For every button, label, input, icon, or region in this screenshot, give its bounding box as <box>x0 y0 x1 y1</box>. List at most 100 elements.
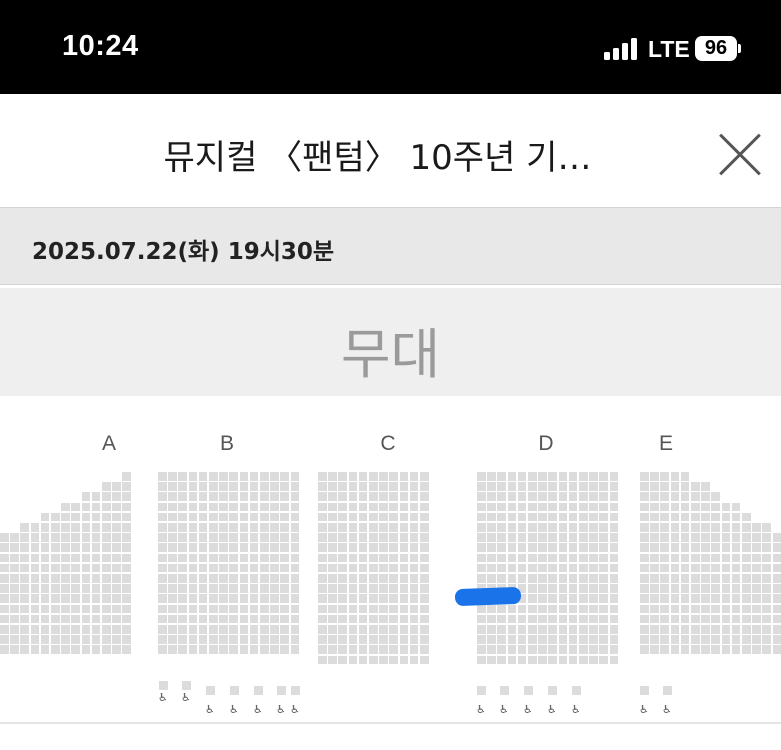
seat[interactable] <box>229 543 238 552</box>
seat[interactable] <box>691 553 700 563</box>
seat[interactable] <box>270 584 279 593</box>
seat[interactable] <box>660 594 669 603</box>
seat[interactable] <box>71 523 80 532</box>
seat[interactable] <box>538 574 547 583</box>
seat[interactable] <box>599 492 608 501</box>
seat[interactable] <box>538 625 547 634</box>
seat[interactable] <box>198 604 208 614</box>
seat[interactable] <box>579 655 588 665</box>
seat[interactable] <box>30 645 40 654</box>
seat[interactable] <box>660 625 669 634</box>
seat[interactable] <box>670 492 680 501</box>
seat[interactable] <box>178 482 187 491</box>
seat[interactable] <box>558 472 568 481</box>
seat[interactable] <box>399 512 409 522</box>
seat[interactable] <box>40 533 50 542</box>
seat[interactable] <box>290 604 300 614</box>
seat[interactable] <box>328 482 337 491</box>
seat[interactable] <box>409 563 419 573</box>
seat[interactable] <box>20 533 29 542</box>
seat[interactable] <box>290 645 300 654</box>
seat[interactable] <box>280 553 289 563</box>
seat[interactable] <box>168 512 177 522</box>
seat[interactable] <box>198 523 208 532</box>
seat[interactable] <box>742 523 751 532</box>
seat[interactable] <box>328 625 337 634</box>
seat[interactable] <box>254 686 263 695</box>
seat[interactable] <box>318 553 327 563</box>
seat[interactable] <box>290 502 300 512</box>
seat[interactable] <box>91 512 101 522</box>
seat[interactable] <box>369 574 378 583</box>
seat[interactable] <box>51 584 60 593</box>
seat[interactable] <box>711 563 720 573</box>
seat[interactable] <box>399 543 409 552</box>
seat[interactable] <box>579 533 588 542</box>
seat[interactable] <box>239 502 249 512</box>
seat[interactable] <box>290 563 300 573</box>
seat[interactable] <box>420 563 429 573</box>
seat[interactable] <box>477 614 486 624</box>
seat[interactable] <box>752 553 761 563</box>
seat[interactable] <box>338 604 347 614</box>
seat[interactable] <box>270 482 279 491</box>
seat[interactable] <box>589 594 598 603</box>
seat[interactable] <box>711 502 720 512</box>
seat[interactable] <box>487 512 496 522</box>
seat[interactable] <box>589 512 598 522</box>
seat[interactable] <box>568 604 578 614</box>
seat[interactable] <box>249 523 259 532</box>
seat[interactable] <box>609 625 619 634</box>
seat[interactable] <box>660 502 669 512</box>
seat[interactable] <box>0 635 9 644</box>
seat[interactable] <box>548 686 557 695</box>
seat[interactable] <box>318 625 327 634</box>
seat[interactable] <box>318 574 327 583</box>
seat[interactable] <box>680 523 690 532</box>
seat[interactable] <box>219 594 228 603</box>
seat[interactable] <box>91 543 101 552</box>
seat[interactable] <box>691 645 700 654</box>
seat[interactable] <box>528 492 537 501</box>
seat[interactable] <box>239 512 249 522</box>
seat[interactable] <box>691 492 700 501</box>
seat[interactable] <box>701 523 710 532</box>
seat[interactable] <box>168 604 177 614</box>
seat[interactable] <box>691 533 700 542</box>
seat[interactable] <box>81 512 91 522</box>
seat[interactable] <box>507 655 517 665</box>
seat[interactable] <box>239 533 249 542</box>
seat[interactable] <box>558 482 568 491</box>
seat[interactable] <box>568 625 578 634</box>
seat[interactable] <box>762 523 771 532</box>
seat[interactable] <box>589 523 598 532</box>
seat[interactable] <box>701 553 710 563</box>
seat[interactable] <box>209 543 218 552</box>
seat[interactable] <box>538 533 547 542</box>
seat[interactable] <box>670 512 680 522</box>
seat[interactable] <box>61 512 70 522</box>
seat[interactable] <box>81 645 91 654</box>
seat[interactable] <box>731 645 741 654</box>
seat[interactable] <box>670 482 680 491</box>
seat[interactable] <box>260 645 269 654</box>
seat[interactable] <box>670 594 680 603</box>
seat[interactable] <box>487 635 496 644</box>
seat[interactable] <box>497 492 506 501</box>
seat[interactable] <box>61 635 70 644</box>
seat[interactable] <box>270 604 279 614</box>
seat[interactable] <box>318 635 327 644</box>
seat[interactable] <box>348 492 358 501</box>
seat[interactable] <box>589 604 598 614</box>
seat[interactable] <box>517 625 527 634</box>
seat[interactable] <box>71 604 80 614</box>
seat[interactable] <box>198 614 208 624</box>
seat[interactable] <box>487 533 496 542</box>
seat[interactable] <box>379 614 388 624</box>
seat[interactable] <box>178 563 187 573</box>
seat[interactable] <box>209 594 218 603</box>
seat[interactable] <box>10 645 19 654</box>
seat[interactable] <box>731 502 741 512</box>
seat[interactable] <box>71 553 80 563</box>
seat[interactable] <box>517 512 527 522</box>
